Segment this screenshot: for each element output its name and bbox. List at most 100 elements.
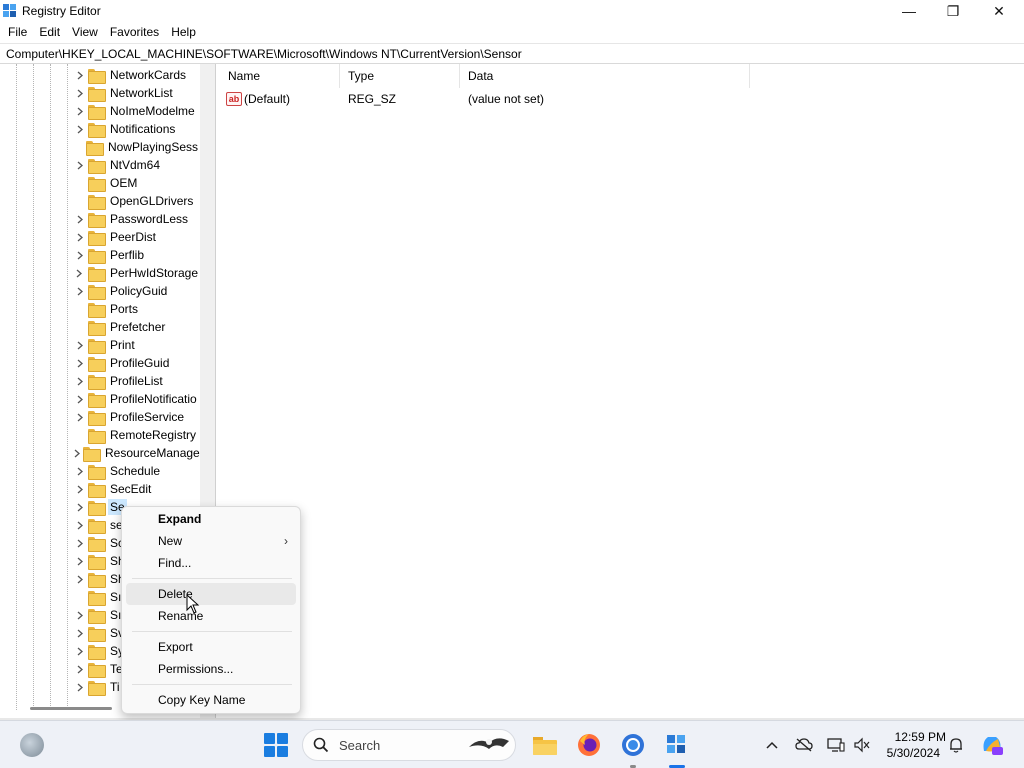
tree-item[interactable]: NoImeModelme	[74, 102, 200, 120]
chevron-right-icon[interactable]	[74, 575, 86, 584]
tree-item[interactable]: ResourceManage	[74, 444, 200, 462]
menu-item-new[interactable]: New ›	[126, 530, 296, 552]
chevron-right-icon[interactable]	[74, 251, 86, 260]
clock-time[interactable]: 12:59 PM	[886, 730, 946, 744]
folder-icon	[88, 554, 106, 570]
tree-item[interactable]: PerHwIdStorage	[74, 264, 200, 282]
chevron-right-icon[interactable]	[74, 503, 86, 512]
chevron-right-icon[interactable]	[74, 359, 86, 368]
values-list-pane[interactable]: Name Type Data ab (Default) REG_SZ (valu…	[220, 64, 1024, 718]
search-placeholder: Search	[339, 738, 381, 753]
tree-item[interactable]: PeerDist	[74, 228, 200, 246]
menu-item-permissions[interactable]: Permissions...	[126, 658, 296, 680]
chevron-right-icon[interactable]	[74, 71, 86, 80]
chevron-right-icon[interactable]	[74, 233, 86, 242]
menu-item-delete[interactable]: Delete	[126, 583, 296, 605]
value-type: REG_SZ	[348, 92, 397, 106]
chevron-right-icon[interactable]	[74, 269, 86, 278]
chevron-right-icon[interactable]	[74, 683, 86, 692]
tree-item[interactable]: RemoteRegistry	[74, 426, 200, 444]
column-header-type[interactable]: Type	[340, 64, 460, 88]
display-icon[interactable]	[826, 735, 846, 755]
tree-item[interactable]: Print	[74, 336, 200, 354]
start-button[interactable]	[264, 733, 288, 757]
folder-icon	[88, 662, 106, 678]
menu-item-expand[interactable]: Expand	[126, 508, 296, 530]
chevron-right-icon[interactable]	[74, 485, 86, 494]
chevron-right-icon[interactable]	[74, 107, 86, 116]
tree-item[interactable]: OEM	[74, 174, 200, 192]
chevron-right-icon[interactable]	[74, 161, 86, 170]
menu-edit[interactable]: Edit	[33, 22, 66, 43]
menu-separator	[132, 684, 292, 685]
tree-item[interactable]: OpenGLDrivers	[74, 192, 200, 210]
tree-item[interactable]: ProfileService	[74, 408, 200, 426]
volume-muted-icon[interactable]	[852, 735, 872, 755]
chevron-right-icon[interactable]	[74, 611, 86, 620]
menu-view[interactable]: View	[66, 22, 104, 43]
menu-item-export[interactable]: Export	[126, 636, 296, 658]
chevron-right-icon[interactable]	[74, 413, 86, 422]
menu-file[interactable]: File	[2, 22, 33, 43]
tree-item[interactable]: Prefetcher	[74, 318, 200, 336]
menu-item-copy-key-name[interactable]: Copy Key Name	[126, 689, 296, 711]
chevron-right-icon[interactable]	[74, 467, 86, 476]
restore-button[interactable]: ❐	[930, 0, 976, 22]
chevron-right-icon[interactable]	[74, 629, 86, 638]
value-row[interactable]: ab (Default) REG_SZ (value not set)	[220, 90, 760, 110]
no-network-icon[interactable]	[794, 735, 814, 755]
column-header-name[interactable]: Name	[220, 64, 340, 88]
tree-item[interactable]: Ports	[74, 300, 200, 318]
bell-icon[interactable]	[946, 735, 966, 755]
tree-item[interactable]: ProfileGuid	[74, 354, 200, 372]
chevron-right-icon[interactable]	[74, 341, 86, 350]
chevron-right-icon[interactable]	[74, 287, 86, 296]
tree-item[interactable]: NtVdm64	[74, 156, 200, 174]
tree-horizontal-scrollbar[interactable]	[30, 707, 112, 710]
tree-item[interactable]: NetworkCards	[74, 66, 200, 84]
chevron-right-icon[interactable]	[74, 665, 86, 674]
chevron-right-icon[interactable]	[74, 89, 86, 98]
tree-item[interactable]: NetworkList	[74, 84, 200, 102]
chevron-right-icon[interactable]	[74, 125, 86, 134]
menu-item-find[interactable]: Find...	[126, 552, 296, 574]
title-bar: Registry Editor — ❐ ✕	[0, 0, 1024, 22]
menu-help[interactable]: Help	[165, 22, 202, 43]
chevron-right-icon[interactable]	[74, 647, 86, 656]
tree-item[interactable]: Perflib	[74, 246, 200, 264]
chevron-right-icon[interactable]	[74, 539, 86, 548]
tree-item[interactable]: ProfileList	[74, 372, 200, 390]
registry-editor-taskbar-icon[interactable]	[663, 731, 691, 759]
tree-item[interactable]: NowPlayingSess	[74, 138, 200, 156]
folder-icon	[87, 266, 106, 282]
close-button[interactable]: ✕	[976, 0, 1022, 22]
chevron-right-icon[interactable]	[74, 215, 86, 224]
menu-item-rename[interactable]: Rename	[126, 605, 296, 627]
chevron-right-icon[interactable]	[74, 395, 86, 404]
chevron-right-icon[interactable]	[74, 557, 86, 566]
address-path[interactable]: Computer\HKEY_LOCAL_MACHINE\SOFTWARE\Mic…	[6, 47, 522, 61]
column-header-data[interactable]: Data	[460, 64, 750, 88]
chevron-right-icon[interactable]	[74, 449, 81, 458]
tree-item[interactable]: PasswordLess	[74, 210, 200, 228]
minimize-button[interactable]: —	[886, 0, 932, 22]
tree-item[interactable]: SecEdit	[74, 480, 200, 498]
tree-item[interactable]: PolicyGuid	[74, 282, 200, 300]
tree-item[interactable]: Schedule	[74, 462, 200, 480]
taskbar-search-box[interactable]: Search	[302, 729, 516, 761]
chevron-right-icon[interactable]	[74, 521, 86, 530]
clock-date[interactable]: 5/30/2024	[880, 746, 940, 760]
menu-favorites[interactable]: Favorites	[104, 22, 165, 43]
chevron-up-icon[interactable]	[762, 735, 782, 755]
folder-icon	[88, 608, 106, 624]
weather-widget-icon[interactable]	[20, 733, 44, 757]
chrome-icon[interactable]	[619, 731, 647, 759]
tree-item[interactable]: Notifications	[74, 120, 200, 138]
tree-item[interactable]: ProfileNotificatio	[74, 390, 200, 408]
address-bar[interactable]: Computer\HKEY_LOCAL_MACHINE\SOFTWARE\Mic…	[0, 43, 1024, 64]
file-explorer-icon[interactable]	[531, 731, 559, 759]
chevron-right-icon[interactable]	[74, 377, 86, 386]
mouse-pointer-icon	[186, 594, 200, 614]
firefox-icon[interactable]	[575, 731, 603, 759]
copilot-icon[interactable]	[980, 733, 1004, 757]
